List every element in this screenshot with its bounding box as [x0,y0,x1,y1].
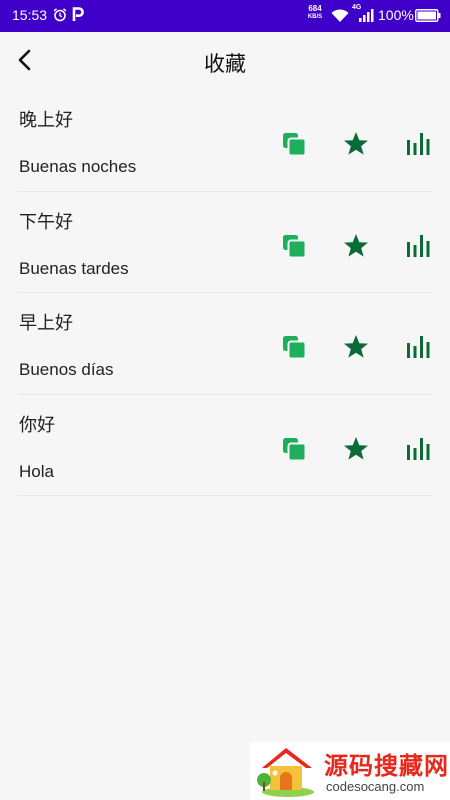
star-icon[interactable] [342,232,370,260]
signal-icon [359,9,374,22]
list-item: 早上好 Buenos días [18,293,432,395]
battery-icon [415,9,441,22]
phrase-spanish: Hola [19,461,54,481]
watermark-url: codesocang.com [326,779,425,794]
copy-icon[interactable] [280,435,308,463]
phrase-chinese: 你好 [19,414,55,436]
alarm-icon [53,8,67,22]
audio-bars-icon[interactable] [404,333,432,361]
net-speed: 684 KB/S [304,4,326,22]
phrase-chinese: 早上好 [19,313,73,334]
status-time: 15:53 [12,7,48,23]
phrase-spanish: Buenas noches [19,157,137,176]
wifi-icon [331,9,349,22]
battery-percent: 100% [378,7,414,23]
phrase-chinese: 晚上好 [19,110,73,131]
app-header: 收藏 [0,32,450,90]
favorites-list: 晚上好 Buenas noches 下午好 Buenas tardes 早上好 … [18,90,432,496]
star-icon[interactable] [342,333,370,361]
star-icon[interactable] [342,435,370,463]
copy-icon[interactable] [280,130,308,158]
star-icon[interactable] [342,130,370,158]
phrase-chinese: 下午好 [19,211,73,233]
list-item: 你好 Hola [18,395,432,496]
list-item: 晚上好 Buenas noches [18,90,432,192]
copy-icon[interactable] [280,232,308,260]
page-title: 收藏 [204,52,246,76]
status-bar: 15:53 684 KB/S 4G 100% [0,0,450,32]
parking-app-icon [72,7,84,21]
audio-bars-icon[interactable] [404,232,432,260]
list-item: 下午好 Buenas tardes [18,192,432,293]
phrase-spanish: Buenas tardes [19,258,129,278]
phrase-spanish: Buenos días [19,360,114,379]
net-speed-unit: KB/S [307,14,323,20]
net-speed-value: 684 [308,4,322,13]
audio-bars-icon[interactable] [404,435,432,463]
house-logo-icon [257,748,314,797]
watermark: 源码搜藏网 codesocang.com [250,742,450,800]
watermark-title: 源码搜藏网 [324,752,449,780]
audio-bars-icon[interactable] [404,130,432,158]
copy-icon[interactable] [280,333,308,361]
